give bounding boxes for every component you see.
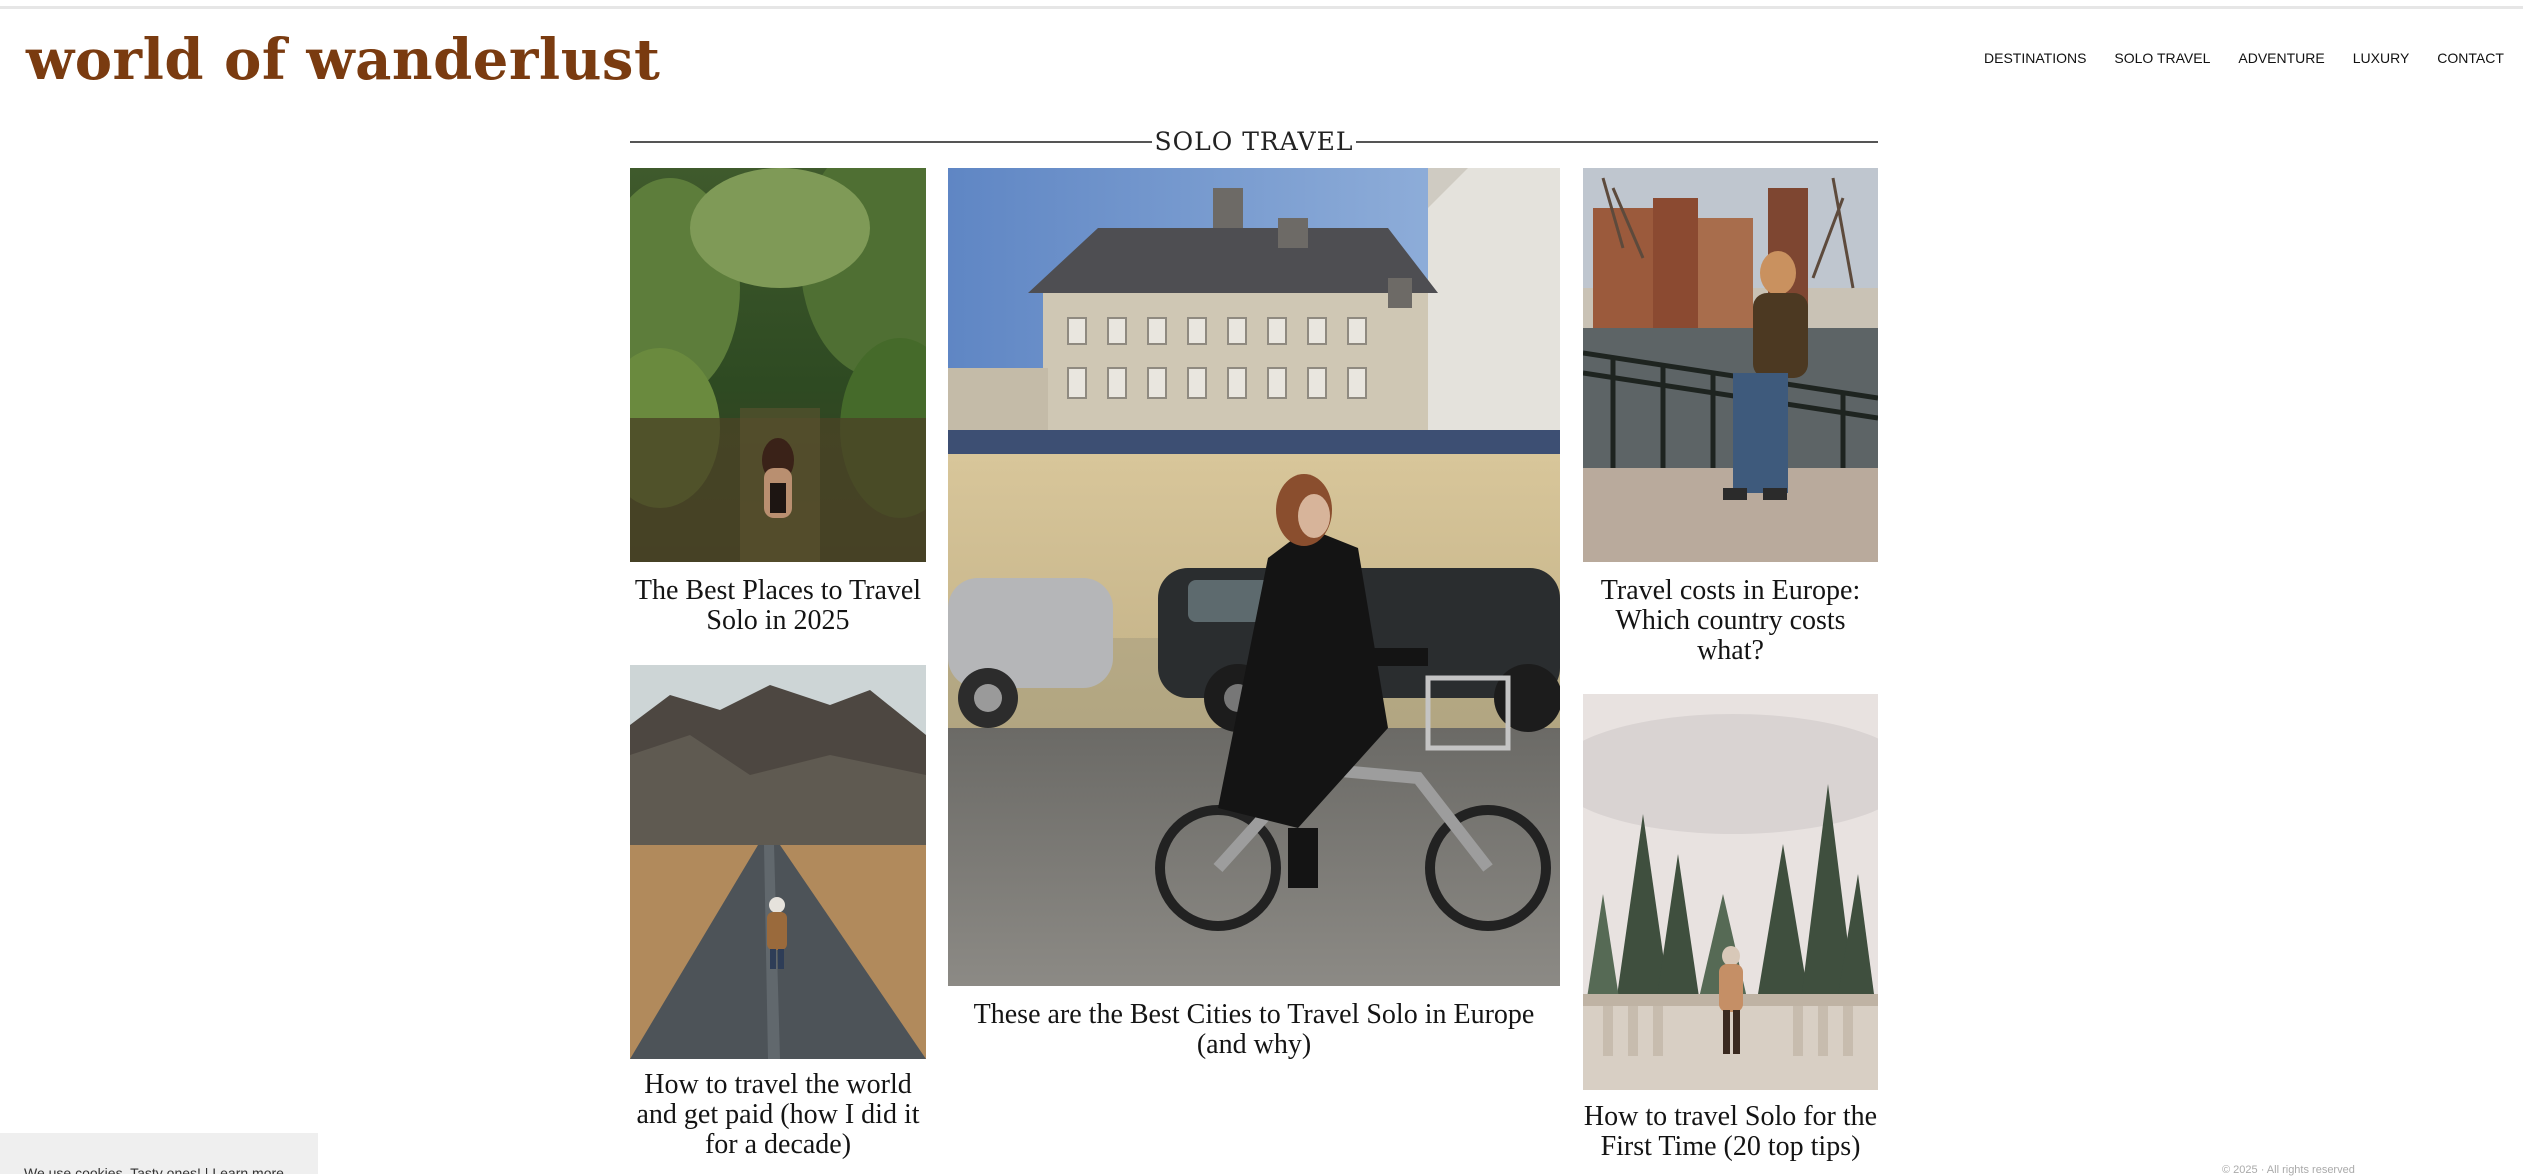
nav-item-solo-travel[interactable]: SOLO TRAVEL (2114, 50, 2210, 66)
cookie-message: We use cookies. Tasty ones! (24, 1165, 201, 1174)
cookie-banner: We use cookies. Tasty ones! | Learn more (0, 1133, 318, 1174)
nav-item-contact[interactable]: CONTACT (2437, 50, 2504, 66)
post-image-mountain-road[interactable] (630, 665, 926, 1059)
section-header: SOLO TRAVEL (630, 124, 1878, 160)
nav-item-luxury[interactable]: LUXURY (2353, 50, 2410, 66)
footer-small-text: © 2025 · All rights reserved (2222, 1164, 2355, 1176)
post-image-jungle[interactable] (630, 168, 926, 562)
post-title[interactable]: How to travel the world and get paid (ho… (630, 1070, 926, 1160)
post-title[interactable]: These are the Best Cities to Travel Solo… (948, 1000, 1560, 1060)
post-image-forest-balcony[interactable] (1583, 694, 1878, 1090)
section-title[interactable]: SOLO TRAVEL (1152, 124, 1356, 160)
post-title[interactable]: Travel costs in Europe: Which country co… (1583, 576, 1878, 666)
post-title[interactable]: The Best Places to Travel Solo in 2025 (630, 576, 926, 636)
nav-item-adventure[interactable]: ADVENTURE (2238, 50, 2324, 66)
post-image-cyclist[interactable] (948, 168, 1560, 986)
section-rule-right (1356, 141, 1878, 143)
post-card-best-places[interactable]: The Best Places to Travel Solo in 2025 (630, 168, 926, 648)
nav-item-destinations[interactable]: DESTINATIONS (1984, 50, 2086, 66)
cookie-learn-more-link[interactable]: Learn more (212, 1165, 284, 1174)
post-card-travel-costs[interactable]: Travel costs in Europe: Which country co… (1583, 168, 1878, 688)
site-logo[interactable]: world of wanderlust (26, 22, 660, 98)
section-rule-left (630, 141, 1152, 143)
cookie-text: We use cookies. Tasty ones! | Learn more (24, 1165, 284, 1174)
post-title[interactable]: How to travel Solo for the First Time (2… (1583, 1102, 1878, 1162)
post-card-get-paid[interactable]: How to travel the world and get paid (ho… (630, 665, 926, 1174)
post-card-first-time[interactable]: How to travel Solo for the First Time (2… (1583, 694, 1878, 1174)
post-card-best-cities[interactable]: These are the Best Cities to Travel Solo… (948, 168, 1560, 1068)
main-nav: DESTINATIONS SOLO TRAVEL ADVENTURE LUXUR… (1984, 48, 2523, 68)
post-image-canal[interactable] (1583, 168, 1878, 562)
top-border-line (0, 6, 2523, 9)
